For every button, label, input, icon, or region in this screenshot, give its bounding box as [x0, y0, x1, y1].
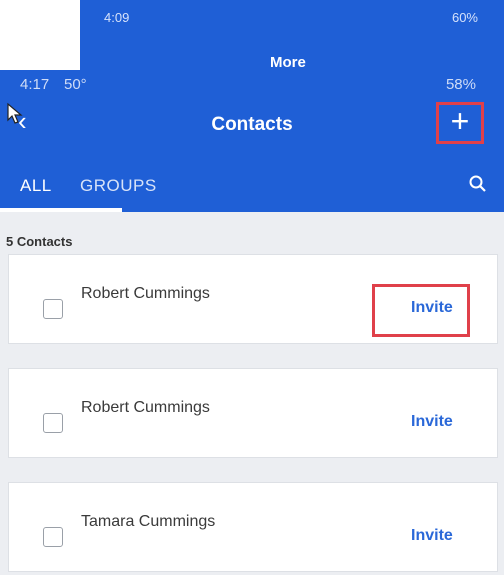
tab-active-indicator: [0, 208, 122, 212]
contact-name: Robert Cummings: [81, 399, 210, 416]
contacts-screen: 4:17 50° 58% ‹ Contacts + ALL GROUPS 5 C…: [0, 70, 504, 575]
contact-card[interactable]: Robert Cummings Invite: [8, 368, 498, 458]
contact-count: 5 Contacts: [6, 234, 73, 249]
contact-checkbox[interactable]: [43, 527, 63, 547]
app-header: 4:17 50° 58% ‹ Contacts + ALL GROUPS: [0, 70, 504, 212]
page-title: Contacts: [211, 114, 293, 135]
contact-checkbox[interactable]: [43, 413, 63, 433]
background-battery: 60%: [451, 10, 478, 25]
tab-groups[interactable]: GROUPS: [80, 176, 157, 196]
background-time: 4:09: [104, 10, 130, 25]
background-status-bar: 4:09 60%: [80, 8, 504, 28]
status-temp: 50°: [64, 76, 87, 93]
add-contact-button[interactable]: +: [436, 102, 484, 144]
search-icon[interactable]: [468, 174, 488, 194]
contact-name: Tamara Cummings: [81, 513, 216, 530]
invite-highlight-box: [372, 284, 470, 337]
status-bar: 4:17 50° 58%: [0, 70, 504, 102]
contact-name: Robert Cummings: [81, 285, 210, 302]
invite-button[interactable]: Invite: [411, 413, 453, 431]
tab-all[interactable]: ALL: [20, 176, 52, 196]
status-time: 4:17: [20, 76, 50, 93]
background-title: More: [270, 54, 306, 71]
contact-card[interactable]: Tamara Cummings Invite: [8, 482, 498, 572]
contact-checkbox[interactable]: [43, 299, 63, 319]
status-battery: 58%: [445, 76, 476, 93]
background-screen: 4:09 60% More: [80, 0, 504, 71]
invite-button[interactable]: Invite: [411, 527, 453, 545]
